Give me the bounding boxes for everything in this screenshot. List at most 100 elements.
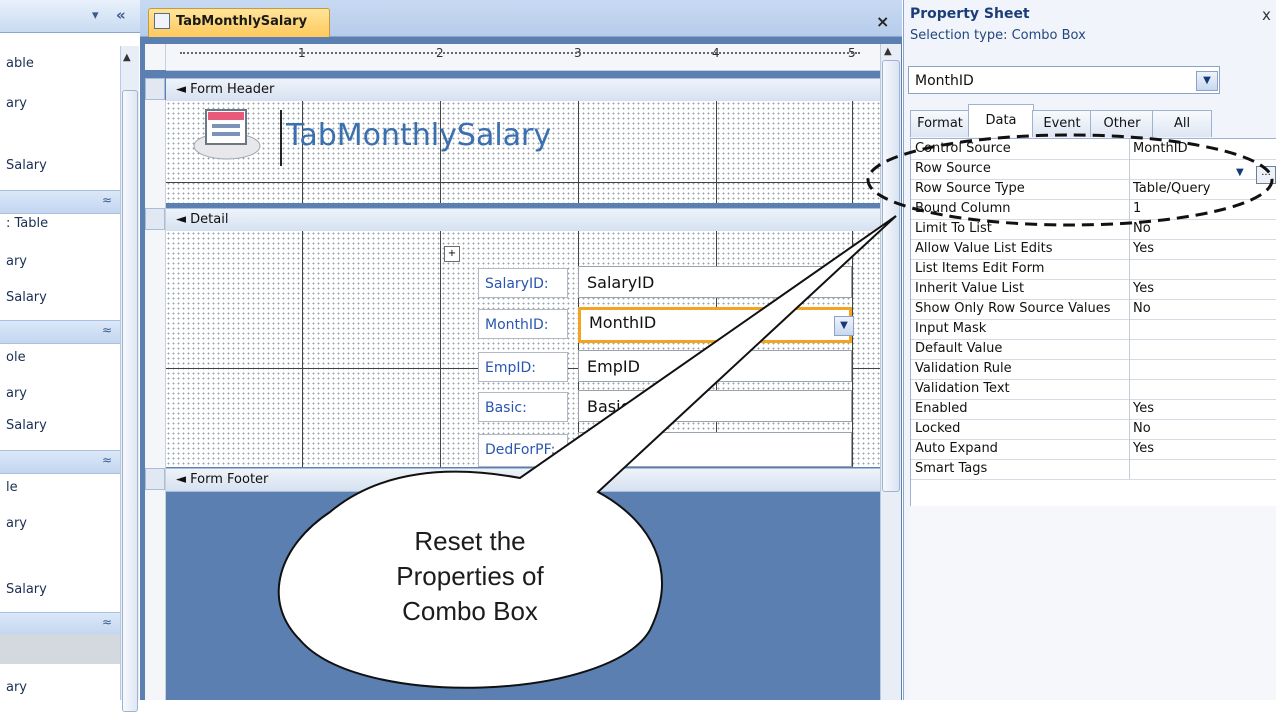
property-row[interactable]: Inherit Value List Yes: [911, 279, 1276, 300]
nav-item[interactable]: Salary: [6, 158, 47, 173]
property-row[interactable]: Auto Expand Yes: [911, 439, 1276, 460]
property-row[interactable]: List Items Edit Form: [911, 259, 1276, 280]
column-divider: [1129, 299, 1130, 319]
property-value[interactable]: No: [1133, 221, 1151, 236]
column-divider: [1129, 239, 1130, 259]
nav-item[interactable]: ary: [6, 386, 27, 401]
nav-item[interactable]: ary: [6, 516, 27, 531]
object-selector-dropdown[interactable]: MonthID: [908, 66, 1220, 94]
scroll-up-arrow-icon[interactable]: ▲: [123, 52, 131, 63]
basic-label[interactable]: Basic:: [478, 392, 568, 422]
property-value[interactable]: No: [1133, 421, 1151, 436]
property-value[interactable]: Table/Query: [1133, 181, 1211, 196]
property-row[interactable]: Allow Value List Edits Yes: [911, 239, 1276, 260]
chevron-down-icon[interactable]: ▼: [834, 316, 854, 336]
property-name: Show Only Row Source Values: [915, 301, 1111, 316]
scroll-up-arrow-icon[interactable]: ▲: [884, 46, 892, 57]
property-row[interactable]: Smart Tags: [911, 459, 1276, 480]
property-row[interactable]: Default Value: [911, 339, 1276, 360]
close-icon[interactable]: x: [1262, 6, 1271, 24]
nav-group-header[interactable]: ≈: [0, 320, 120, 344]
chevron-up-icon: ≈: [101, 453, 112, 467]
detail-label: ◄ Detail: [176, 212, 229, 227]
property-value[interactable]: No: [1133, 301, 1151, 316]
form-footer-bar[interactable]: ◄ Form Footer: [166, 468, 882, 492]
column-divider: [1129, 159, 1130, 179]
nav-item[interactable]: Salary: [6, 290, 47, 305]
nav-group-header[interactable]: ≈: [0, 612, 120, 636]
nav-collapse-icon[interactable]: «: [116, 6, 126, 24]
callout-line: Reset the: [414, 526, 526, 556]
property-row[interactable]: Enabled Yes: [911, 399, 1276, 420]
move-handle-icon[interactable]: +: [444, 246, 460, 262]
property-sheet-title: Property Sheet: [910, 6, 1030, 22]
property-row[interactable]: Bound Column 1: [911, 199, 1276, 220]
form-header-bar[interactable]: ◄ Form Header: [166, 78, 882, 102]
tab-format[interactable]: Format: [910, 110, 970, 137]
property-row[interactable]: Row Source: [911, 159, 1276, 180]
property-row[interactable]: Locked No: [911, 419, 1276, 440]
nav-group-header[interactable]: ≈: [0, 190, 120, 214]
section-selector[interactable]: [145, 468, 165, 490]
nav-item[interactable]: ary: [6, 680, 27, 695]
property-name: Smart Tags: [915, 461, 988, 476]
property-value[interactable]: Yes: [1133, 401, 1154, 416]
nav-item[interactable]: Salary: [6, 418, 47, 433]
nav-group-header[interactable]: ≈: [0, 450, 120, 474]
property-row[interactable]: Limit To List No: [911, 219, 1276, 240]
build-button[interactable]: ...: [1256, 166, 1276, 184]
nav-item[interactable]: ary: [6, 254, 27, 269]
column-divider: [1129, 359, 1130, 379]
monthid-label[interactable]: MonthID:: [478, 309, 568, 339]
column-divider: [1129, 139, 1130, 159]
section-selector[interactable]: [145, 78, 165, 100]
property-value[interactable]: 1: [1133, 201, 1141, 216]
nav-item[interactable]: : Table: [6, 216, 48, 231]
close-icon[interactable]: ×: [876, 12, 889, 31]
section-selector[interactable]: [145, 208, 165, 230]
nav-item[interactable]: ary: [6, 96, 27, 111]
monthid-combobox[interactable]: MonthID: [578, 307, 852, 343]
property-row[interactable]: Control Source MonthID: [911, 139, 1276, 160]
detail-bar[interactable]: ◄ Detail: [166, 208, 882, 232]
property-value[interactable]: Yes: [1133, 281, 1154, 296]
nav-item[interactable]: ole: [6, 350, 26, 365]
column-divider: [1129, 199, 1130, 219]
property-value[interactable]: Yes: [1133, 441, 1154, 456]
tab-event[interactable]: Event: [1032, 110, 1092, 137]
document-scrollbar-thumb[interactable]: [882, 60, 900, 492]
property-row[interactable]: Validation Rule: [911, 359, 1276, 380]
property-value[interactable]: Yes: [1133, 241, 1154, 256]
salaryid-label[interactable]: SalaryID:: [478, 268, 568, 298]
tab-other[interactable]: Other: [1090, 110, 1154, 137]
empid-label[interactable]: EmpID:: [478, 352, 568, 382]
tab-data[interactable]: Data: [968, 104, 1034, 137]
salaryid-textbox[interactable]: SalaryID: [578, 266, 852, 298]
property-row[interactable]: Validation Text: [911, 379, 1276, 400]
chevron-down-icon[interactable]: ▼: [1236, 167, 1244, 178]
basic-textbox[interactable]: Basic: [578, 390, 852, 422]
property-row[interactable]: Input Mask: [911, 319, 1276, 340]
property-row[interactable]: Show Only Row Source Values No: [911, 299, 1276, 320]
nav-item[interactable]: le: [6, 480, 18, 495]
ruler-corner[interactable]: [145, 44, 166, 70]
nav-item[interactable]: able: [6, 56, 34, 71]
property-value[interactable]: MonthID: [1133, 141, 1188, 156]
chevron-down-icon[interactable]: ▼: [1196, 71, 1218, 91]
dedforpf-textbox[interactable]: De: [578, 432, 852, 467]
property-row[interactable]: Row Source Type Table/Query: [911, 179, 1276, 200]
column-divider: [1129, 379, 1130, 399]
form-title[interactable]: TabMonthlySalary: [286, 118, 551, 153]
chevron-up-icon: ≈: [101, 615, 112, 629]
empid-textbox[interactable]: EmpID: [578, 350, 852, 382]
property-name: Bound Column: [915, 201, 1011, 216]
form-logo-icon: [193, 109, 261, 160]
nav-menu-dropdown-icon[interactable]: ▾: [92, 8, 99, 23]
ruler-ticks: [180, 52, 860, 56]
nav-item[interactable]: Salary: [6, 582, 47, 597]
nav-scrollbar-thumb[interactable]: [122, 90, 138, 712]
dedforpf-label[interactable]: DedForPF:: [478, 434, 568, 467]
grid-line: [716, 101, 717, 203]
property-name: Enabled: [915, 401, 968, 416]
tab-all[interactable]: All: [1152, 110, 1212, 137]
